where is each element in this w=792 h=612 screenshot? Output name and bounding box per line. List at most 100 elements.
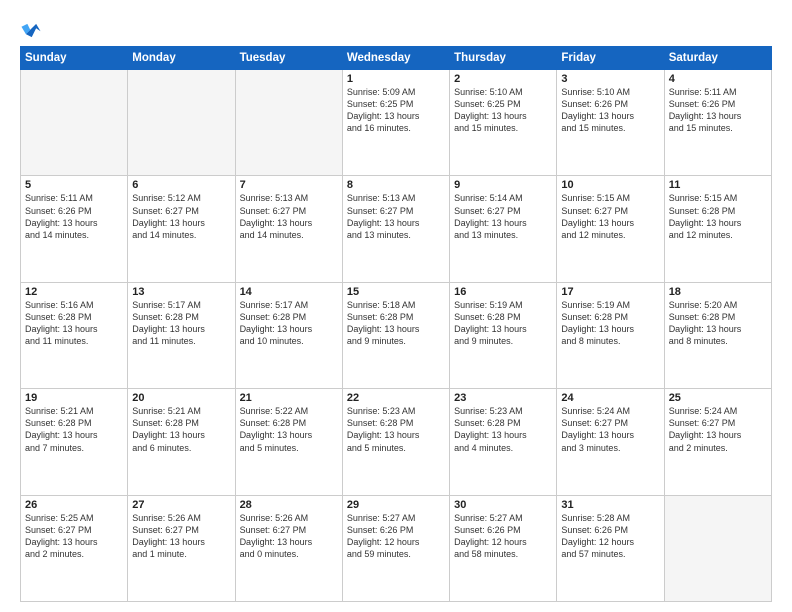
calendar-cell (235, 70, 342, 176)
day-info: Sunrise: 5:12 AM Sunset: 6:27 PM Dayligh… (132, 192, 230, 241)
calendar-table: SundayMondayTuesdayWednesdayThursdayFrid… (20, 46, 772, 602)
weekday-wednesday: Wednesday (342, 47, 449, 70)
day-info: Sunrise: 5:28 AM Sunset: 6:26 PM Dayligh… (561, 512, 659, 561)
calendar-cell: 10Sunrise: 5:15 AM Sunset: 6:27 PM Dayli… (557, 176, 664, 282)
calendar-cell (664, 495, 771, 601)
logo-icon (20, 18, 42, 40)
calendar-cell: 1Sunrise: 5:09 AM Sunset: 6:25 PM Daylig… (342, 70, 449, 176)
calendar-cell: 21Sunrise: 5:22 AM Sunset: 6:28 PM Dayli… (235, 389, 342, 495)
day-number: 3 (561, 73, 659, 85)
calendar-cell: 9Sunrise: 5:14 AM Sunset: 6:27 PM Daylig… (450, 176, 557, 282)
weekday-thursday: Thursday (450, 47, 557, 70)
calendar-cell: 5Sunrise: 5:11 AM Sunset: 6:26 PM Daylig… (21, 176, 128, 282)
header (20, 18, 772, 40)
day-info: Sunrise: 5:22 AM Sunset: 6:28 PM Dayligh… (240, 405, 338, 454)
day-number: 7 (240, 179, 338, 191)
logo-area (20, 18, 50, 40)
calendar-cell: 14Sunrise: 5:17 AM Sunset: 6:28 PM Dayli… (235, 282, 342, 388)
day-number: 17 (561, 286, 659, 298)
calendar-cell: 8Sunrise: 5:13 AM Sunset: 6:27 PM Daylig… (342, 176, 449, 282)
day-number: 20 (132, 392, 230, 404)
week-row-4: 19 Sunrise: 5:21 AM Sunset: 6:28 PM Dayli… (21, 389, 772, 495)
calendar-cell: 12Sunrise: 5:16 AM Sunset: 6:28 PM Dayli… (21, 282, 128, 388)
calendar-cell: 17Sunrise: 5:19 AM Sunset: 6:28 PM Dayli… (557, 282, 664, 388)
day-number: 25 (669, 392, 767, 404)
day-info: Sunrise: 5:26 AM Sunset: 6:27 PM Dayligh… (132, 512, 230, 561)
day-number: 11 (669, 179, 767, 191)
day-info: Sunrise: 5:15 AM Sunset: 6:27 PM Dayligh… (561, 192, 659, 241)
calendar-cell: 13Sunrise: 5:17 AM Sunset: 6:28 PM Dayli… (128, 282, 235, 388)
day-info: Sunrise: 5:24 AM Sunset: 6:27 PM Dayligh… (561, 405, 659, 454)
calendar-cell: 16Sunrise: 5:19 AM Sunset: 6:28 PM Dayli… (450, 282, 557, 388)
calendar-cell: 22Sunrise: 5:23 AM Sunset: 6:28 PM Dayli… (342, 389, 449, 495)
day-info: Sunrise: 5:11 AM Sunset: 6:26 PM Dayligh… (25, 192, 123, 241)
weekday-header-row: SundayMondayTuesdayWednesdayThursdayFrid… (21, 47, 772, 70)
calendar-cell: 25Sunrise: 5:24 AM Sunset: 6:27 PM Dayli… (664, 389, 771, 495)
calendar-cell: 4Sunrise: 5:11 AM Sunset: 6:26 PM Daylig… (664, 70, 771, 176)
calendar-cell: 27Sunrise: 5:26 AM Sunset: 6:27 PM Dayli… (128, 495, 235, 601)
day-info: Sunrise: 5:15 AM Sunset: 6:28 PM Dayligh… (669, 192, 767, 241)
day-info: Sunrise: 5:11 AM Sunset: 6:26 PM Dayligh… (669, 86, 767, 135)
calendar-cell: 19Sunrise: 5:21 AM Sunset: 6:28 PM Dayli… (21, 389, 128, 495)
week-row-1: 1Sunrise: 5:09 AM Sunset: 6:25 PM Daylig… (21, 70, 772, 176)
calendar-cell (21, 70, 128, 176)
calendar-cell: 23Sunrise: 5:23 AM Sunset: 6:28 PM Dayli… (450, 389, 557, 495)
day-info: Sunrise: 5:18 AM Sunset: 6:28 PM Dayligh… (347, 299, 445, 348)
day-number: 19 (25, 392, 123, 404)
day-info: Sunrise: 5:13 AM Sunset: 6:27 PM Dayligh… (347, 192, 445, 241)
day-number: 27 (132, 499, 230, 511)
day-number: 18 (669, 286, 767, 298)
day-number: 9 (454, 179, 552, 191)
day-number: 23 (454, 392, 552, 404)
day-number: 30 (454, 499, 552, 511)
calendar-cell: 6Sunrise: 5:12 AM Sunset: 6:27 PM Daylig… (128, 176, 235, 282)
day-number: 10 (561, 179, 659, 191)
day-info: Sunrise: 5:20 AM Sunset: 6:28 PM Dayligh… (669, 299, 767, 348)
week-row-5: 26Sunrise: 5:25 AM Sunset: 6:27 PM Dayli… (21, 495, 772, 601)
calendar-cell: 15Sunrise: 5:18 AM Sunset: 6:28 PM Dayli… (342, 282, 449, 388)
day-info: Sunrise: 5:27 AM Sunset: 6:26 PM Dayligh… (347, 512, 445, 561)
week-row-3: 12Sunrise: 5:16 AM Sunset: 6:28 PM Dayli… (21, 282, 772, 388)
day-info: Sunrise: 5:23 AM Sunset: 6:28 PM Dayligh… (454, 405, 552, 454)
day-info: Sunrise: 5:26 AM Sunset: 6:27 PM Dayligh… (240, 512, 338, 561)
day-info: Sunrise: 5:10 AM Sunset: 6:25 PM Dayligh… (454, 86, 552, 135)
day-number: 4 (669, 73, 767, 85)
day-info: Sunrise: 5:27 AM Sunset: 6:26 PM Dayligh… (454, 512, 552, 561)
day-number: 16 (454, 286, 552, 298)
day-info: Sunrise: 5:25 AM Sunset: 6:27 PM Dayligh… (25, 512, 123, 561)
weekday-sunday: Sunday (21, 47, 128, 70)
calendar-cell: 30Sunrise: 5:27 AM Sunset: 6:26 PM Dayli… (450, 495, 557, 601)
weekday-saturday: Saturday (664, 47, 771, 70)
day-info: Sunrise: 5:13 AM Sunset: 6:27 PM Dayligh… (240, 192, 338, 241)
day-number: 12 (25, 286, 123, 298)
day-info: Sunrise: 5:21 AM Sunset: 6:28 PM Dayligh… (132, 405, 230, 454)
calendar-cell: 31Sunrise: 5:28 AM Sunset: 6:26 PM Dayli… (557, 495, 664, 601)
logo (20, 18, 50, 40)
page: SundayMondayTuesdayWednesdayThursdayFrid… (0, 0, 792, 612)
calendar-cell: 3Sunrise: 5:10 AM Sunset: 6:26 PM Daylig… (557, 70, 664, 176)
calendar-cell: 28Sunrise: 5:26 AM Sunset: 6:27 PM Dayli… (235, 495, 342, 601)
day-info: Sunrise: 5:17 AM Sunset: 6:28 PM Dayligh… (132, 299, 230, 348)
calendar-cell: 26Sunrise: 5:25 AM Sunset: 6:27 PM Dayli… (21, 495, 128, 601)
day-info: Sunrise: 5:17 AM Sunset: 6:28 PM Dayligh… (240, 299, 338, 348)
day-number: 15 (347, 286, 445, 298)
calendar-cell: 29Sunrise: 5:27 AM Sunset: 6:26 PM Dayli… (342, 495, 449, 601)
day-info: Sunrise: 5:14 AM Sunset: 6:27 PM Dayligh… (454, 192, 552, 241)
calendar-cell: 24Sunrise: 5:24 AM Sunset: 6:27 PM Dayli… (557, 389, 664, 495)
day-info: Sunrise: 5:10 AM Sunset: 6:26 PM Dayligh… (561, 86, 659, 135)
day-number: 6 (132, 179, 230, 191)
calendar-cell: 2Sunrise: 5:10 AM Sunset: 6:25 PM Daylig… (450, 70, 557, 176)
day-number: 28 (240, 499, 338, 511)
day-number: 2 (454, 73, 552, 85)
weekday-tuesday: Tuesday (235, 47, 342, 70)
weekday-friday: Friday (557, 47, 664, 70)
day-number: 21 (240, 392, 338, 404)
weekday-monday: Monday (128, 47, 235, 70)
calendar-cell (128, 70, 235, 176)
day-number: 1 (347, 73, 445, 85)
day-info: Sunrise: 5:09 AM Sunset: 6:25 PM Dayligh… (347, 86, 445, 135)
day-number: 22 (347, 392, 445, 404)
day-number: 29 (347, 499, 445, 511)
calendar-cell: 18Sunrise: 5:20 AM Sunset: 6:28 PM Dayli… (664, 282, 771, 388)
day-info: Sunrise: 5:19 AM Sunset: 6:28 PM Dayligh… (454, 299, 552, 348)
